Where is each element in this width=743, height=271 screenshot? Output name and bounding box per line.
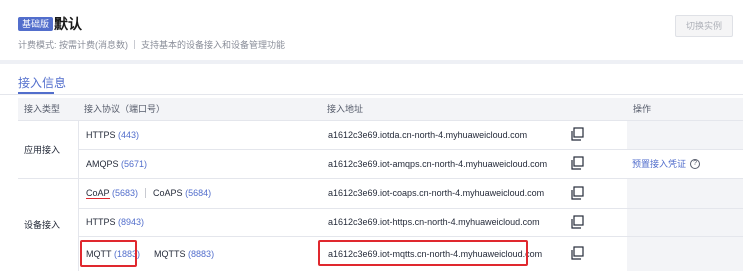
action-cell: 预置接入凭证 ? bbox=[632, 149, 701, 178]
mqtt-highlight-box bbox=[80, 240, 137, 267]
help-icon[interactable]: ? bbox=[690, 158, 701, 169]
header-address: 接入地址 bbox=[321, 98, 627, 120]
access-info-card: 接入信息 接入类型 接入协议（端口号） 接入地址 操作 应用接入 设备接入 HT… bbox=[0, 64, 743, 271]
protocol-name: HTTPS bbox=[86, 129, 116, 140]
header-protocol: 接入协议（端口号） bbox=[78, 98, 321, 120]
divider bbox=[145, 188, 147, 198]
protocol-port: (5684) bbox=[185, 188, 212, 198]
instance-name: 默认 bbox=[54, 16, 82, 32]
mqtt-address-highlight-box bbox=[318, 240, 528, 266]
protocol-port: (443) bbox=[118, 129, 140, 140]
protocol-name: HTTPS bbox=[86, 217, 116, 227]
protocol-port: (8943) bbox=[118, 217, 145, 227]
group-app-access: 应用接入 bbox=[24, 144, 61, 155]
divider bbox=[134, 40, 135, 49]
switch-instance-button[interactable]: 切换实例 bbox=[675, 15, 733, 37]
tab-divider bbox=[0, 94, 743, 95]
access-address: a1612c3e69.iot-https.cn-north-4.myhuawei… bbox=[328, 217, 540, 227]
action-cell-empty bbox=[627, 178, 743, 271]
protocol-name: MQTTS bbox=[154, 248, 186, 259]
tab-access-info[interactable]: 接入信息 bbox=[18, 74, 66, 91]
preset-credential-link[interactable]: 预置接入凭证 bbox=[632, 157, 686, 170]
instance-description: 计费模式: 按需计费(消息数) 支持基本的设备接入和设备管理功能 bbox=[18, 38, 285, 51]
protocol-cell: CoAP (5683) CoAPS (5684) bbox=[86, 178, 211, 208]
protocol-name: CoAP bbox=[86, 187, 110, 199]
copy-icon[interactable] bbox=[570, 156, 584, 170]
protocol-cell: HTTPS (8943) bbox=[86, 208, 144, 236]
access-address: a1612c3e69.iot-coaps.cn-north-4.myhuawei… bbox=[328, 188, 545, 198]
instance-card: 基础版 默认 计费模式: 按需计费(消息数) 支持基本的设备接入和设备管理功能 切… bbox=[0, 0, 743, 60]
protocol-port: (5671) bbox=[121, 158, 148, 169]
group-device-access: 设备接入 bbox=[24, 220, 61, 230]
column-divider bbox=[78, 120, 79, 271]
access-address: a1612c3e69.iotda.cn-north-4.myhuaweiclou… bbox=[328, 129, 528, 140]
protocol-name: CoAPS bbox=[153, 188, 183, 198]
protocol-port: (5683) bbox=[112, 188, 139, 198]
billing-mode: 计费模式: 按需计费(消息数) bbox=[18, 40, 128, 50]
protocol-cell: HTTPS (443) bbox=[86, 120, 139, 149]
access-info-table: 接入类型 接入协议（端口号） 接入地址 操作 应用接入 设备接入 HTTPS (… bbox=[18, 98, 743, 271]
protocol-port: (8883) bbox=[188, 248, 215, 259]
instance-feature-text: 支持基本的设备接入和设备管理功能 bbox=[141, 40, 286, 50]
copy-icon[interactable] bbox=[570, 186, 584, 200]
action-cell-empty bbox=[627, 120, 743, 149]
access-address: a1612c3e69.iot-amqps.cn-north-4.myhuawei… bbox=[328, 158, 548, 169]
copy-icon[interactable] bbox=[570, 215, 584, 229]
copy-icon[interactable] bbox=[570, 246, 584, 260]
edition-badge: 基础版 bbox=[18, 17, 54, 31]
copy-icon[interactable] bbox=[570, 127, 584, 141]
protocol-cell: AMQPS (5671) bbox=[86, 149, 147, 178]
header-access-type: 接入类型 bbox=[18, 98, 78, 120]
header-action: 操作 bbox=[627, 98, 743, 120]
protocol-name: AMQPS bbox=[86, 158, 119, 169]
